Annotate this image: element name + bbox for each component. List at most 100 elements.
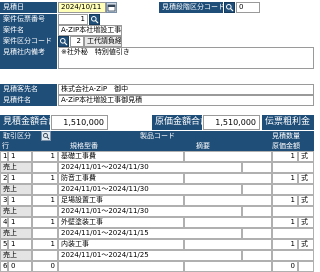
remarks-label: 見積社内備考 [0, 47, 57, 69]
subject-field[interactable]: A-ZiP本社増設工事御見積 [58, 95, 314, 106]
product-name-cell[interactable]: 内装工事 [58, 239, 184, 250]
unit-cell[interactable]: 式 [298, 151, 314, 162]
product-code-cell[interactable]: 1 [32, 151, 58, 162]
col-row-no: 行 [2, 141, 14, 151]
col-cost-unit: 原価金額 [272, 141, 314, 151]
category-code-label: 案件区分コード [0, 36, 57, 47]
product-name-cell[interactable]: 防音工事費 [58, 173, 184, 184]
spacer-cell [184, 239, 272, 250]
spec-code-cell[interactable] [32, 228, 58, 239]
remarks-field[interactable]: ※社外秘 特別値引き [58, 47, 314, 69]
category-search-button[interactable] [58, 36, 69, 47]
col-spec: 規格型番 [70, 141, 120, 151]
unit-cell[interactable]: 式 [298, 239, 314, 250]
row-number: 6 [0, 261, 8, 272]
quantity-cell[interactable]: 1 [272, 173, 298, 184]
estimate-date-label: 見積日 [0, 2, 57, 13]
search-icon [91, 16, 99, 24]
spacer-cell [184, 195, 272, 206]
stage-code-label: 見積段階区分コード [159, 2, 223, 13]
row-number: 2 [0, 173, 8, 184]
torihiki-label-cell: 売上 [0, 184, 32, 195]
quantity-cell[interactable]: 0 [272, 261, 298, 272]
torihiki-label-cell: 売上 [0, 162, 32, 173]
col-torihiki[interactable]: 取引区分 [1, 131, 41, 141]
spec-code-cell[interactable] [32, 162, 58, 173]
spec-code-cell[interactable] [32, 184, 58, 195]
category-code-field[interactable]: 2 [70, 36, 84, 47]
calendar-icon [107, 4, 116, 12]
project-name-label: 案件名 [0, 25, 57, 36]
torihiki-code-cell[interactable]: 1 [8, 173, 32, 184]
product-code-cell[interactable]: 1 [32, 217, 58, 228]
estimate-total-value: 1,510,000 [51, 115, 108, 130]
product-code-cell[interactable]: 1 [32, 195, 58, 206]
cost-cell[interactable] [272, 162, 314, 173]
cost-cell[interactable] [272, 184, 314, 195]
product-name-cell[interactable] [58, 261, 184, 272]
torihiki-code-cell[interactable]: 1 [8, 151, 32, 162]
product-code-cell[interactable]: 1 [32, 239, 58, 250]
unit-cell[interactable]: 式 [298, 173, 314, 184]
spacer-cell [184, 173, 272, 184]
spacer-cell [242, 162, 272, 173]
search-icon [60, 38, 68, 46]
spacer-cell [184, 261, 272, 272]
project-no-field[interactable]: 1 [58, 14, 88, 25]
cost-cell[interactable] [272, 228, 314, 239]
col-product-code: 製品コード [140, 131, 200, 141]
col-summary: 摘要 [196, 141, 226, 151]
project-name-field[interactable]: A-ZIP本社増設工事 [58, 25, 122, 36]
cost-total-value: 1,510,000 [203, 115, 260, 130]
quantity-cell[interactable]: 1 [272, 151, 298, 162]
unit-cell[interactable] [298, 261, 314, 272]
category-code-name: 工代請負経由 [84, 36, 122, 47]
unit-cell[interactable]: 式 [298, 195, 314, 206]
estimate-date-field[interactable]: 2024/10/11 [58, 2, 106, 13]
quantity-cell[interactable]: 1 [272, 239, 298, 250]
row-number: 5 [0, 239, 8, 250]
search-icon [226, 4, 234, 12]
spacer-cell [242, 206, 272, 217]
product-name-cell[interactable]: 基礎工事費 [58, 151, 184, 162]
stage-code-search-button[interactable] [224, 2, 235, 13]
torihiki-label-cell: 売上 [0, 206, 32, 217]
row-number: 3 [0, 195, 8, 206]
sort-icon [43, 133, 50, 140]
torihiki-code-cell[interactable]: 1 [8, 217, 32, 228]
torihiki-label-cell: 売上 [0, 228, 32, 239]
summary-cell[interactable]: 2024/11/01～2024/11/30 [58, 206, 242, 217]
sort-button[interactable] [41, 131, 51, 141]
spacer-cell [184, 217, 272, 228]
summary-cell[interactable]: 2024/11/01～2024/11/30 [58, 184, 242, 195]
spacer-cell [242, 184, 272, 195]
row-number: 4 [0, 217, 8, 228]
spacer-cell [184, 151, 272, 162]
product-code-cell[interactable]: 0 [32, 261, 58, 272]
cost-cell[interactable] [272, 206, 314, 217]
spec-code-cell[interactable] [32, 206, 58, 217]
estimate-total-label: 見積金額合計 [0, 115, 50, 130]
calendar-button[interactable] [106, 2, 117, 13]
row-number: 1 [0, 151, 8, 162]
unit-cell[interactable]: 式 [298, 217, 314, 228]
cost-total-label: 原価金額合計 [152, 115, 202, 130]
product-code-cell[interactable]: 1 [32, 173, 58, 184]
project-no-label: 案件伝票番号 [0, 14, 57, 25]
stage-code-field[interactable]: 0 [236, 2, 260, 13]
product-name-cell[interactable]: 足場設置工事 [58, 195, 184, 206]
quantity-cell[interactable]: 1 [272, 195, 298, 206]
torihiki-code-cell[interactable]: 1 [8, 195, 32, 206]
customer-field[interactable]: 株式会社A-ZiP 御中 [58, 84, 314, 95]
spacer-cell [242, 228, 272, 239]
project-search-button[interactable] [89, 14, 100, 25]
quantity-cell[interactable]: 1 [272, 217, 298, 228]
col-qty-unit: 見積数量 [272, 131, 314, 141]
slip-profit-label: 伝票粗利金 [262, 115, 314, 130]
summary-cell[interactable]: 2024/11/01～2024/11/30 [58, 162, 242, 173]
torihiki-code-cell[interactable]: 1 [8, 239, 32, 250]
product-name-cell[interactable]: 外壁塗装工事 [58, 217, 184, 228]
summary-cell[interactable]: 2024/11/01～2024/11/15 [58, 228, 242, 239]
torihiki-code-cell[interactable]: 0 [8, 261, 32, 272]
subject-label: 見積件名 [0, 95, 57, 106]
